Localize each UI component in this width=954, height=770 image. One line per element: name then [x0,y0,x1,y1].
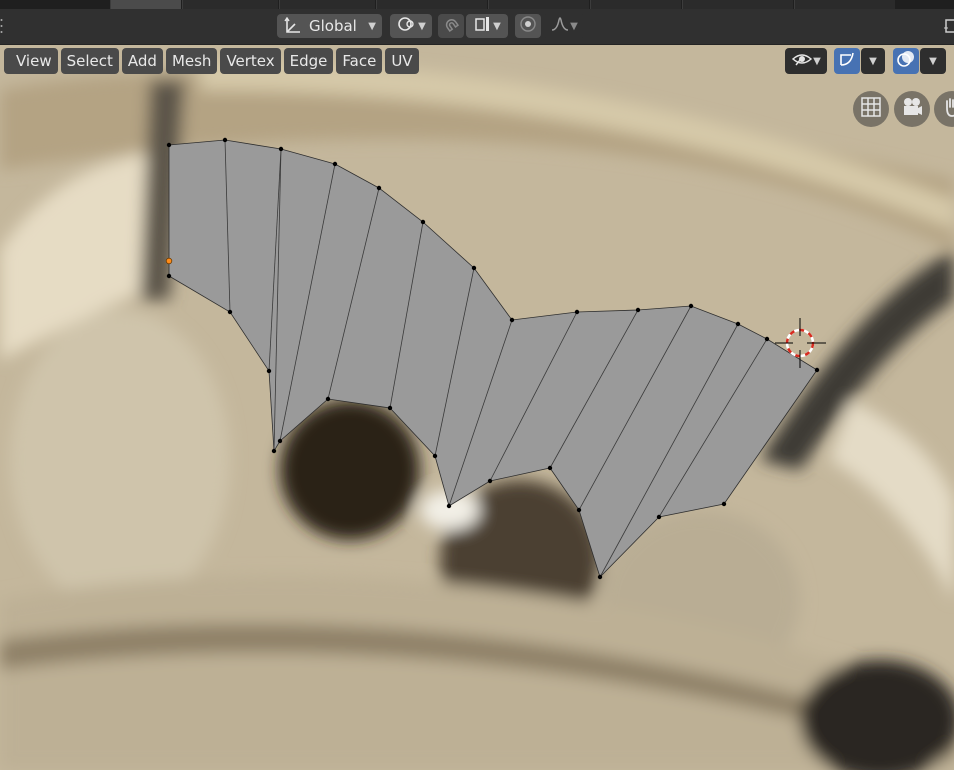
snap-magnet-icon [442,15,460,37]
workspace-tab[interactable] [110,0,181,9]
chevron-down-icon: ▼ [368,20,376,32]
3d-viewport[interactable] [0,0,954,770]
pivot-point-dropdown[interactable]: ▼ [390,14,432,38]
menu-mesh[interactable]: Mesh [165,48,218,74]
snap-toggle-button[interactable] [438,14,464,38]
viewport-menu-bar: View Select Add Mesh Vertex Edge Face UV [4,48,419,74]
workspace-tab[interactable] [279,0,375,9]
menu-face[interactable]: Face [336,48,383,74]
visibility-dropdown[interactable]: ▼ [785,48,827,74]
sidebar-toggle-icon[interactable] [942,16,954,36]
chevron-down-icon: ▼ [418,20,426,32]
gizmo-toggle-button[interactable] [834,48,860,74]
falloff-curve-icon [550,15,570,37]
workspace-tab[interactable] [682,0,793,9]
transform-orientation-icon [283,16,303,35]
gizmo-icon [837,49,857,73]
visibility-eye-icon [791,50,813,72]
workspace-tab[interactable] [590,0,681,9]
overlay-dropdown[interactable]: ▼ [920,48,946,74]
viewport-canvas[interactable] [0,0,954,770]
workspace-tabs-strip [0,0,954,9]
camera-view-icon [900,96,924,122]
gizmo-dropdown[interactable]: ▼ [861,48,885,74]
menu-uv[interactable]: UV [385,48,419,74]
menu-edge[interactable]: Edge [283,48,334,74]
workspace-tab[interactable] [488,0,589,9]
menu-view[interactable]: View [4,48,58,74]
chevron-down-icon: ▼ [570,20,578,32]
proportional-editing-icon [519,15,537,37]
hand-pan-icon [941,96,954,122]
chevron-down-icon: ▼ [813,55,821,67]
snap-increment-icon [473,15,493,37]
camera-view-button[interactable] [894,91,930,127]
pivot-point-icon [396,15,418,37]
overlay-toggle-button[interactable] [893,48,919,74]
region-drag-handle[interactable] [0,16,4,36]
chevron-down-icon: ▼ [869,55,877,67]
menu-select[interactable]: Select [60,48,119,74]
proportional-falloff-dropdown[interactable]: ▼ [543,14,585,38]
overlay-icon [896,49,916,73]
transform-orientation-dropdown[interactable]: Global ▼ [277,14,382,38]
grid-view-icon [860,96,882,122]
toggle-ortho-button[interactable] [853,91,889,127]
menu-vertex[interactable]: Vertex [220,48,281,74]
workspace-tab[interactable] [182,0,278,9]
active-vertex[interactable] [165,257,173,265]
chevron-down-icon: ▼ [493,20,501,32]
workspace-tab[interactable] [794,0,895,9]
workspace-tab[interactable] [376,0,487,9]
viewport-header: Global ▼ ▼ ▼ ▼ [0,0,954,45]
snap-target-dropdown[interactable]: ▼ [466,14,508,38]
transform-orientation-label: Global [309,17,357,35]
proportional-editing-button[interactable] [515,14,541,38]
chevron-down-icon: ▼ [929,55,937,67]
menu-add[interactable]: Add [121,48,163,74]
